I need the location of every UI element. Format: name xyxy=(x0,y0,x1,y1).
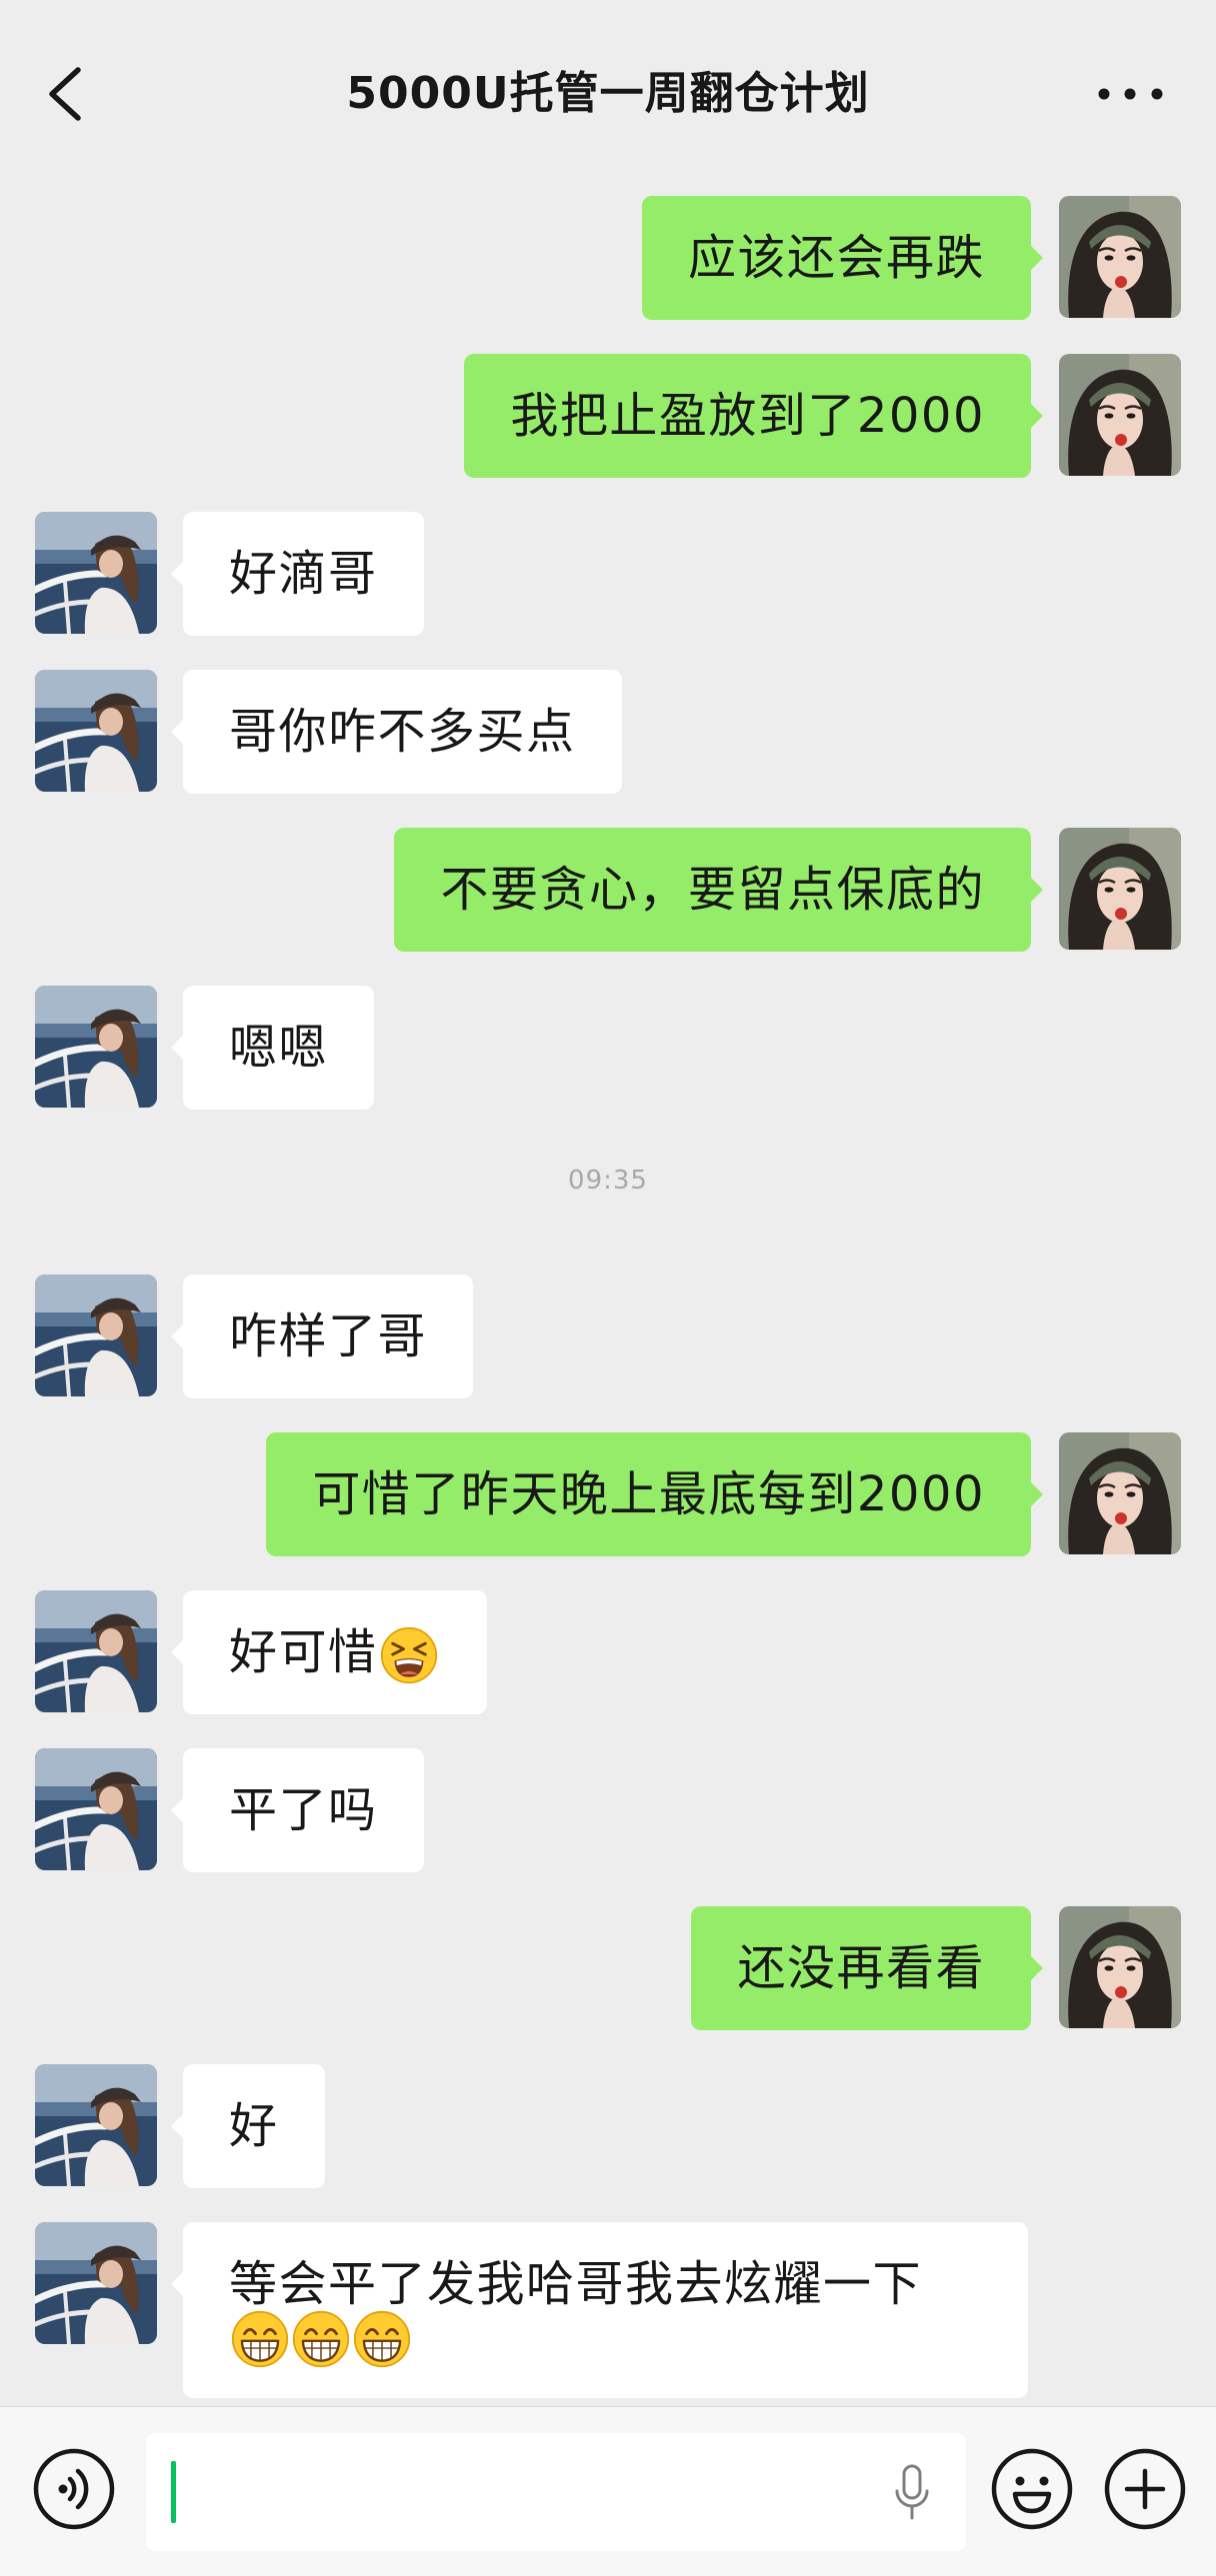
contact-avatar-image xyxy=(35,512,157,634)
sent-message-bubble[interactable]: 可惜了昨天晚上最底每到2000 xyxy=(266,1432,1043,1556)
contact-avatar[interactable] xyxy=(35,512,157,634)
grinning-face-icon xyxy=(231,2310,289,2368)
message-text: 不要贪心，要留点保底的 xyxy=(440,862,985,918)
received-message-bubble[interactable]: 好可惜 xyxy=(171,1590,487,1714)
tired-face-icon xyxy=(380,1626,437,1684)
emoji-icon xyxy=(991,2448,1073,2530)
self-avatar-image xyxy=(1059,1432,1181,1554)
message-text: 可惜了昨天晚上最底每到2000 xyxy=(312,1466,985,1522)
sent-message-bubble[interactable]: 我把止盈放到了2000 xyxy=(464,354,1043,478)
message-row: 好可惜 xyxy=(0,1590,1216,1714)
contact-avatar-image xyxy=(35,2064,157,2186)
grinning-face-icon xyxy=(292,2310,350,2368)
message-row: 平了吗 xyxy=(0,1748,1216,1872)
plus-icon xyxy=(1104,2448,1186,2530)
self-avatar[interactable] xyxy=(1059,1432,1181,1554)
received-message-bubble[interactable]: 咋样了哥 xyxy=(170,1275,474,1398)
self-avatar-image xyxy=(1059,1906,1181,2028)
self-avatar[interactable] xyxy=(1059,828,1181,950)
sent-message-bubble[interactable]: 不要贪心，要留点保底的 xyxy=(394,828,1043,952)
contact-avatar-image xyxy=(35,986,157,1108)
received-message-bubble[interactable]: 平了吗 xyxy=(171,1748,424,1872)
contact-avatar[interactable] xyxy=(35,2064,157,2186)
self-avatar[interactable] xyxy=(1059,1906,1181,2028)
sent-message-bubble[interactable]: 还没再看看 xyxy=(691,1906,1043,2030)
message-row: 还没再看看 xyxy=(0,1906,1216,2030)
message-row: 可惜了昨天晚上最底每到2000 xyxy=(0,1432,1216,1556)
message-list[interactable]: 应该还会再跌我把止盈放到了2000 好滴哥哥你咋不多买点不要贪心，要留点保底的嗯嗯… xyxy=(0,188,1216,2406)
contact-avatar[interactable] xyxy=(35,1590,157,1712)
chat-header: 5000U托管一周翻仓计划 xyxy=(0,0,1216,188)
message-text: 好可惜 xyxy=(229,1624,378,1680)
emoji-group xyxy=(380,1626,441,1684)
message-row: 哥你咋不多买点 xyxy=(0,670,1216,794)
voice-mode-button[interactable] xyxy=(32,2447,116,2531)
message-text: 平了吗 xyxy=(229,1782,378,1838)
contact-avatar[interactable] xyxy=(35,1275,157,1396)
contact-avatar-image xyxy=(35,670,157,792)
text-cursor xyxy=(171,2461,176,2523)
message-text: 还没再看看 xyxy=(737,1940,985,1996)
contact-avatar-image xyxy=(35,1748,157,1870)
message-row: 好 xyxy=(0,2064,1216,2188)
contact-avatar[interactable] xyxy=(35,2222,157,2344)
message-row: 嗯嗯 xyxy=(0,986,1216,1110)
received-message-bubble[interactable]: 等会平了发我哈哥我去炫耀一下 xyxy=(171,2222,1028,2398)
message-row: 咋样了哥 xyxy=(0,1275,1216,1398)
message-row: 应该还会再跌 xyxy=(0,196,1216,320)
self-avatar[interactable] xyxy=(1059,354,1181,476)
timestamp: 09:35 xyxy=(568,1166,648,1196)
contact-avatar-image xyxy=(35,2222,157,2344)
contact-avatar[interactable] xyxy=(35,670,157,792)
self-avatar[interactable] xyxy=(1059,196,1181,318)
self-avatar-image xyxy=(1059,828,1181,950)
emoji-group xyxy=(231,2310,414,2368)
back-button[interactable] xyxy=(40,60,88,128)
voice-icon xyxy=(33,2448,115,2530)
received-message-bubble[interactable]: 哥你咋不多买点 xyxy=(171,670,622,794)
chat-title: 5000U托管一周翻仓计划 xyxy=(346,68,870,119)
more-dots-icon xyxy=(1098,88,1163,100)
contact-avatar-image xyxy=(35,1590,157,1712)
message-text: 哥你咋不多买点 xyxy=(229,704,576,760)
grinning-face-icon xyxy=(353,2310,411,2368)
message-row: 不要贪心，要留点保底的 xyxy=(0,828,1216,952)
sent-message-bubble[interactable]: 应该还会再跌 xyxy=(641,196,1044,320)
self-avatar-image xyxy=(1059,196,1181,318)
input-bar xyxy=(0,2406,1216,2576)
contact-avatar[interactable] xyxy=(35,986,157,1108)
message-text: 等会平了发我哈哥我去炫耀一下 xyxy=(229,2256,923,2312)
received-message-bubble[interactable]: 好 xyxy=(171,2064,325,2188)
message-text: 我把止盈放到了2000 xyxy=(510,388,985,444)
chevron-left-icon xyxy=(49,67,81,121)
contact-avatar-image xyxy=(35,1275,157,1396)
microphone-icon xyxy=(895,2464,929,2520)
message-row: 等会平了发我哈哥我去炫耀一下 xyxy=(0,2222,1216,2398)
contact-avatar[interactable] xyxy=(35,1748,157,1870)
message-text: 咋样了哥 xyxy=(229,1308,428,1364)
message-text: 应该还会再跌 xyxy=(687,230,985,286)
received-message-bubble[interactable]: 好滴哥 xyxy=(171,512,424,636)
message-row: 好滴哥 xyxy=(0,512,1216,636)
message-text: 好 xyxy=(229,2098,279,2154)
self-avatar-image xyxy=(1059,354,1181,476)
microphone-button[interactable] xyxy=(892,2463,932,2521)
more-button[interactable] xyxy=(1092,80,1168,108)
emoji-button[interactable] xyxy=(990,2447,1074,2531)
received-message-bubble[interactable]: 嗯嗯 xyxy=(170,986,375,1110)
message-text: 好滴哥 xyxy=(229,546,378,602)
message-row: 我把止盈放到了2000 xyxy=(0,354,1216,478)
message-text: 嗯嗯 xyxy=(229,1020,329,1076)
message-input[interactable] xyxy=(146,2433,966,2551)
more-features-button[interactable] xyxy=(1103,2447,1187,2531)
